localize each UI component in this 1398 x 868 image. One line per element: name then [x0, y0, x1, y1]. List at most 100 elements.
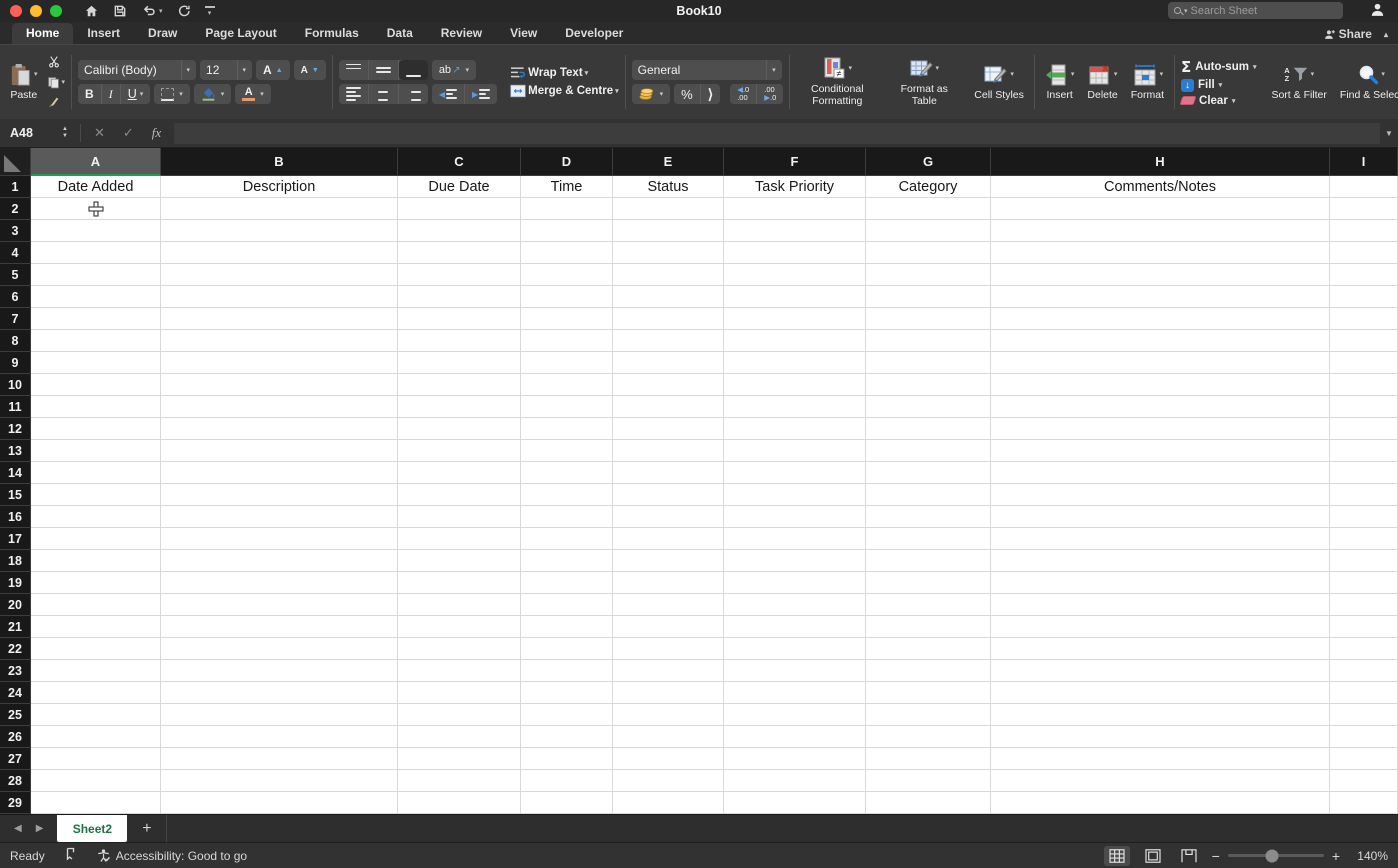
autosum-button[interactable]: Σ Auto-sum ▾: [1181, 58, 1256, 76]
cell-D12[interactable]: [521, 418, 613, 440]
row-header-10[interactable]: 10: [0, 374, 31, 396]
cell-B9[interactable]: [161, 352, 398, 374]
cell-C10[interactable]: [398, 374, 521, 396]
increase-decimal-button[interactable]: ◀.0.00: [730, 84, 758, 104]
cell-A26[interactable]: [31, 726, 161, 748]
cell-A27[interactable]: [31, 748, 161, 770]
cell-I27[interactable]: [1330, 748, 1398, 770]
cell-A22[interactable]: [31, 638, 161, 660]
cell-H12[interactable]: [991, 418, 1330, 440]
cell-I29[interactable]: [1330, 792, 1398, 814]
cell-F8[interactable]: [724, 330, 866, 352]
tab-page-layout[interactable]: Page Layout: [191, 23, 290, 44]
tab-insert[interactable]: Insert: [73, 23, 134, 44]
normal-view-button[interactable]: [1103, 845, 1130, 866]
cell-F24[interactable]: [724, 682, 866, 704]
share-button[interactable]: Share: [1323, 27, 1372, 41]
cell-D18[interactable]: [521, 550, 613, 572]
cell-D17[interactable]: [521, 528, 613, 550]
tab-developer[interactable]: Developer: [551, 23, 637, 44]
cell-H27[interactable]: [991, 748, 1330, 770]
cell-G4[interactable]: [866, 242, 991, 264]
cell-D23[interactable]: [521, 660, 613, 682]
cell-E8[interactable]: [613, 330, 724, 352]
cell-F26[interactable]: [724, 726, 866, 748]
cell-H9[interactable]: [991, 352, 1330, 374]
cell-I21[interactable]: [1330, 616, 1398, 638]
cell-C23[interactable]: [398, 660, 521, 682]
cell-E18[interactable]: [613, 550, 724, 572]
cell-I26[interactable]: [1330, 726, 1398, 748]
cell-E3[interactable]: [613, 220, 724, 242]
cell-B15[interactable]: [161, 484, 398, 506]
cell-E22[interactable]: [613, 638, 724, 660]
bold-button[interactable]: B: [78, 84, 102, 104]
cell-A2[interactable]: [31, 198, 161, 220]
row-header-14[interactable]: 14: [0, 462, 31, 484]
cell-D21[interactable]: [521, 616, 613, 638]
cell-C16[interactable]: [398, 506, 521, 528]
tab-data[interactable]: Data: [373, 23, 427, 44]
cell-F7[interactable]: [724, 308, 866, 330]
cell-E21[interactable]: [613, 616, 724, 638]
cell-G5[interactable]: [866, 264, 991, 286]
next-sheet-arrow-icon[interactable]: ▶: [36, 823, 44, 834]
cell-B27[interactable]: [161, 748, 398, 770]
row-header-22[interactable]: 22: [0, 638, 31, 660]
format-as-table-arrow-icon[interactable]: ▾: [936, 65, 940, 73]
cell-C6[interactable]: [398, 286, 521, 308]
format-painter-button[interactable]: [47, 96, 66, 109]
cell-E25[interactable]: [613, 704, 724, 726]
cell-styles-arrow-icon[interactable]: ▾: [1010, 71, 1014, 79]
cell-H1[interactable]: Comments/Notes: [991, 176, 1330, 198]
cell-H20[interactable]: [991, 594, 1330, 616]
merge-centre-arrow-icon[interactable]: ▾: [615, 87, 619, 95]
cell-A7[interactable]: [31, 308, 161, 330]
cell-A11[interactable]: [31, 396, 161, 418]
row-header-21[interactable]: 21: [0, 616, 31, 638]
cell-G6[interactable]: [866, 286, 991, 308]
cell-B24[interactable]: [161, 682, 398, 704]
collapse-ribbon-icon[interactable]: ▴: [1384, 30, 1388, 39]
maximize-window-button[interactable]: [50, 5, 62, 17]
close-window-button[interactable]: [10, 5, 22, 17]
cell-H13[interactable]: [991, 440, 1330, 462]
cell-G20[interactable]: [866, 594, 991, 616]
cell-I5[interactable]: [1330, 264, 1398, 286]
cell-D16[interactable]: [521, 506, 613, 528]
cell-A9[interactable]: [31, 352, 161, 374]
decrease-indent-button[interactable]: ◀: [432, 84, 465, 104]
percent-format-button[interactable]: %: [674, 84, 701, 104]
cell-H10[interactable]: [991, 374, 1330, 396]
cell-E1[interactable]: Status: [613, 176, 724, 198]
cell-I19[interactable]: [1330, 572, 1398, 594]
cell-E26[interactable]: [613, 726, 724, 748]
name-box-stepper[interactable]: ▲ ▼: [62, 126, 68, 140]
column-header-C[interactable]: C: [398, 148, 521, 176]
cell-C22[interactable]: [398, 638, 521, 660]
accessibility-status[interactable]: Accessibility: Good to go: [96, 848, 247, 863]
cell-E19[interactable]: [613, 572, 724, 594]
cell-I2[interactable]: [1330, 198, 1398, 220]
row-header-4[interactable]: 4: [0, 242, 31, 264]
cell-C27[interactable]: [398, 748, 521, 770]
cell-C26[interactable]: [398, 726, 521, 748]
cell-A18[interactable]: [31, 550, 161, 572]
tab-view[interactable]: View: [496, 23, 551, 44]
row-header-15[interactable]: 15: [0, 484, 31, 506]
cell-E28[interactable]: [613, 770, 724, 792]
row-header-3[interactable]: 3: [0, 220, 31, 242]
cell-G12[interactable]: [866, 418, 991, 440]
fill-arrow-icon[interactable]: ▾: [1219, 81, 1223, 89]
row-header-28[interactable]: 28: [0, 770, 31, 792]
cell-E27[interactable]: [613, 748, 724, 770]
cell-A6[interactable]: [31, 286, 161, 308]
row-header-9[interactable]: 9: [0, 352, 31, 374]
formula-input[interactable]: [174, 122, 1380, 144]
cell-C17[interactable]: [398, 528, 521, 550]
cell-B12[interactable]: [161, 418, 398, 440]
cell-I28[interactable]: [1330, 770, 1398, 792]
cell-E24[interactable]: [613, 682, 724, 704]
cell-D22[interactable]: [521, 638, 613, 660]
cell-F4[interactable]: [724, 242, 866, 264]
